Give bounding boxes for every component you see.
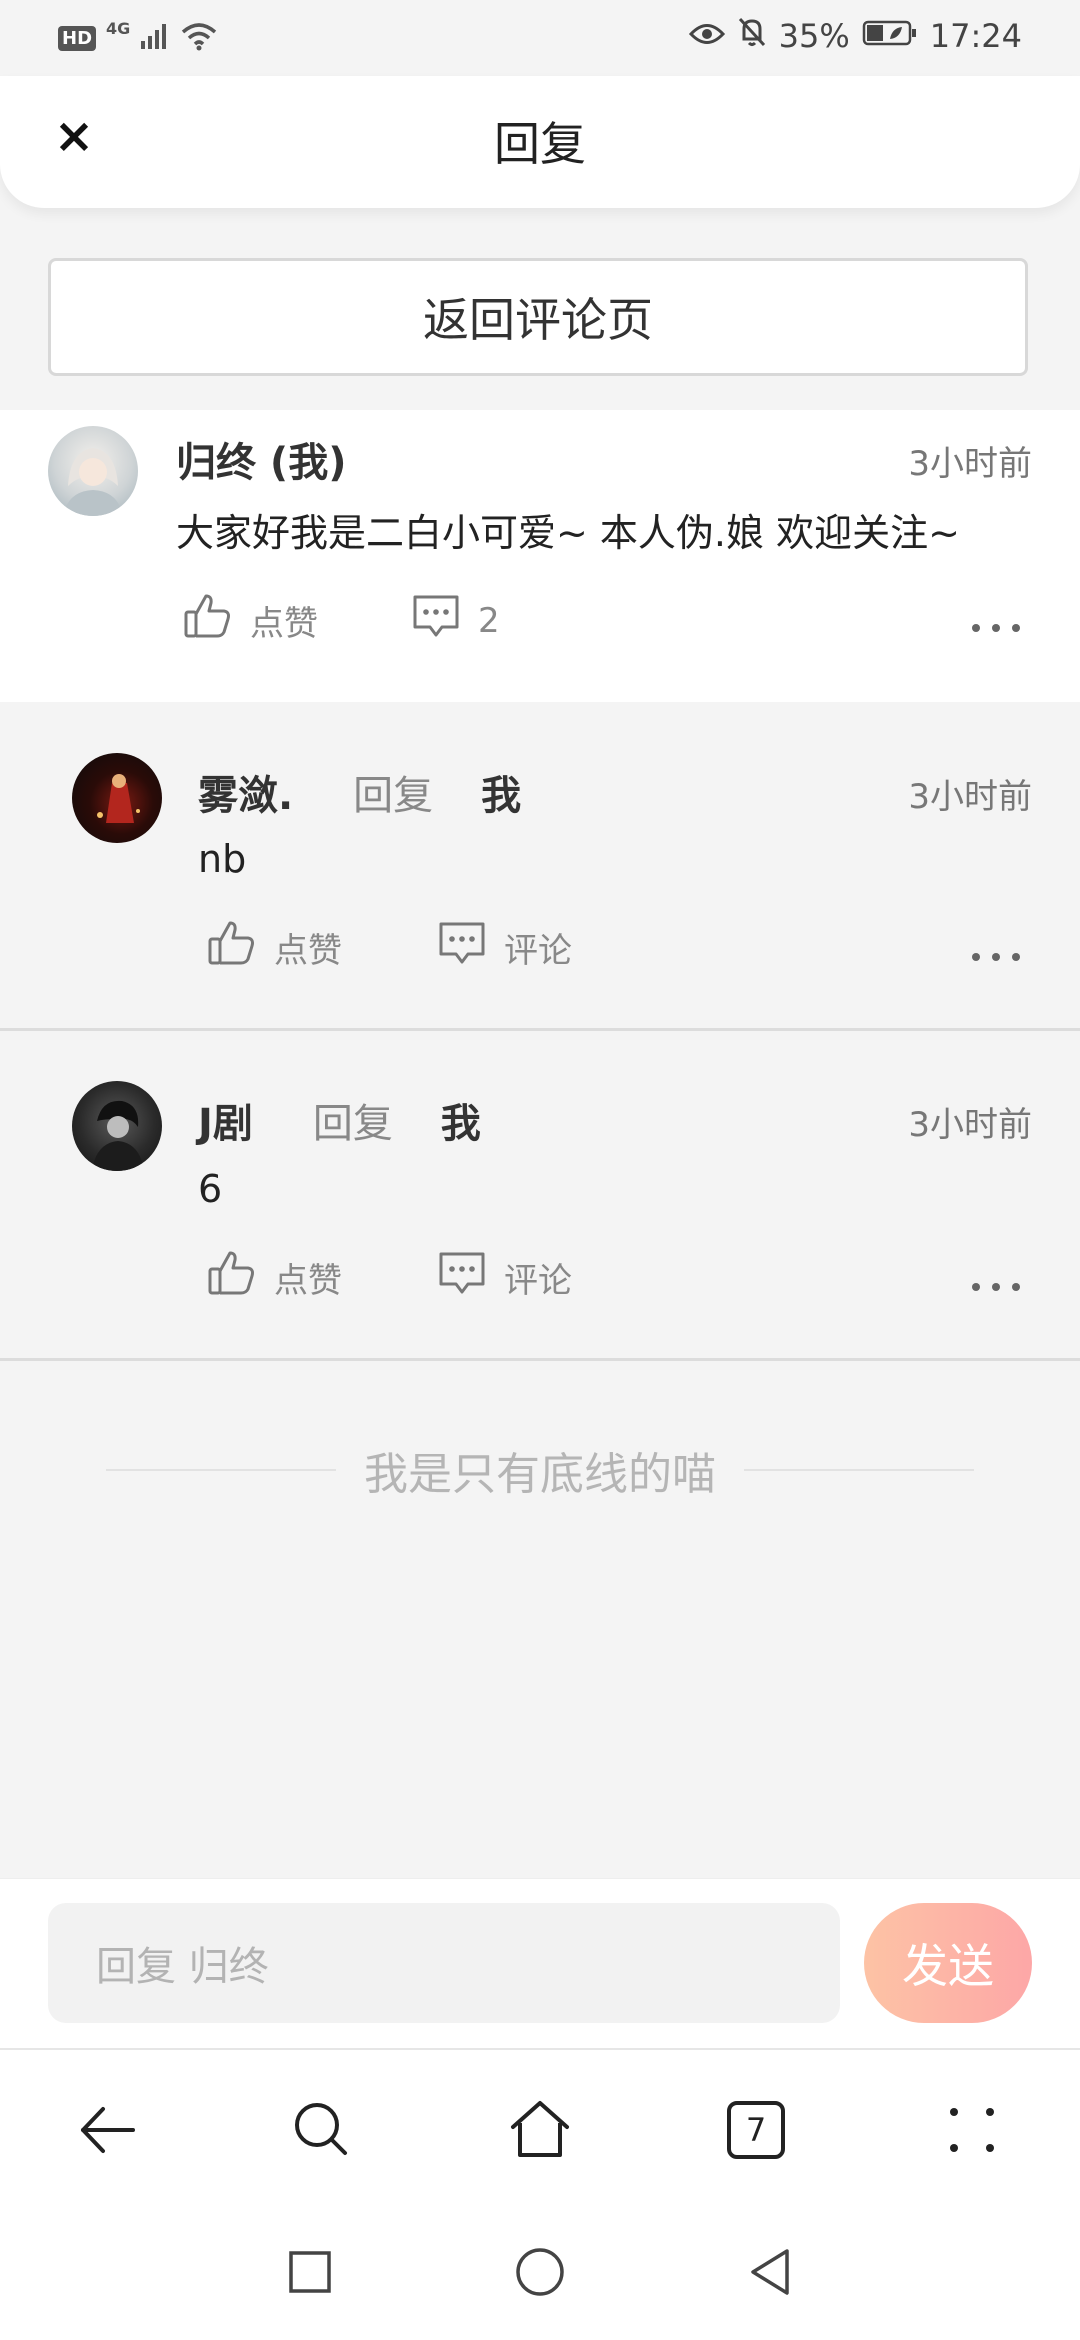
thumbs-up-icon [206,1247,258,1308]
reply-item: 雾潋. 回复 我 3小时前 nb 点赞 评论 [0,703,1080,1031]
header: × 回复 [0,76,1080,208]
menu-button[interactable] [932,2090,1012,2170]
hd-icon: HD [58,25,97,51]
reply-username[interactable]: 雾潋. 回复 我 [198,763,521,821]
browser-toolbar: 7 [0,2048,1080,2200]
comment-label: 评论 [504,1261,572,1301]
signal-icon [140,21,170,55]
thumbs-up-icon [182,590,234,651]
more-options-button[interactable] [972,1277,1020,1297]
back-arrow-icon [81,2107,135,2153]
divider [106,1469,336,1471]
reply-word: 回复 [312,1101,393,1147]
search-button[interactable] [282,2090,362,2170]
avatar[interactable] [48,426,138,516]
triangle-back-icon [751,2249,789,2295]
like-label: 点赞 [274,931,342,971]
more-dot [992,953,1000,961]
status-left: HD 4G [58,16,218,60]
wifi-icon [180,21,218,55]
reply-text: 6 [198,1167,223,1211]
reply-author[interactable]: J剧 [198,1101,253,1147]
back-to-comments-button[interactable]: 返回评论页 [48,258,1028,376]
comment-bubble-icon [410,590,462,651]
thumbs-up-icon [206,917,258,978]
recents-button[interactable] [280,2242,340,2302]
avatar[interactable] [72,753,162,843]
send-button[interactable]: 发送 [864,1903,1032,2023]
divider [744,1469,974,1471]
comment-count: 2 [478,600,500,641]
tabs-button[interactable]: 7 [716,2090,796,2170]
like-button[interactable]: 点赞 [206,917,342,978]
reply-target[interactable]: 我 [481,773,521,819]
reply-target[interactable]: 我 [441,1101,481,1147]
more-options-button[interactable] [972,947,1020,967]
more-dot [1012,953,1020,961]
more-dot [992,1283,1000,1291]
tabs-icon: 7 [727,2101,785,2159]
reply-item: J剧 回复 我 3小时前 6 点赞 评论 [0,1033,1080,1361]
search-icon [295,2103,347,2155]
comment-label: 评论 [504,931,572,971]
main-comment: 归终 (我) 3小时前 大家好我是二白小可爱~ 本人伪.娘 欢迎关注~ 点赞 2 [0,410,1080,702]
page-title: 回复 [494,117,586,171]
more-dot [1012,1283,1020,1291]
mute-bell-icon [737,16,767,56]
eye-icon [688,17,725,55]
circle-icon [516,2248,564,2296]
system-back-button[interactable] [740,2242,800,2302]
system-navigation-bar [0,2198,1080,2340]
more-dot [972,1283,980,1291]
network-type-label: 4G [106,18,131,38]
more-dot [1012,624,1020,632]
comment-button[interactable]: 评论 [436,1247,572,1308]
comment-button[interactable]: 评论 [436,917,572,978]
reply-text: nb [198,837,247,881]
reply-author[interactable]: 雾潋. [198,773,293,819]
comment-count-button[interactable]: 2 [410,590,500,651]
reply-time: 3小时前 [908,1105,1032,1145]
reply-username[interactable]: J剧 回复 我 [198,1091,481,1149]
comment-bubble-icon [436,1247,488,1308]
back-button[interactable] [66,2090,146,2170]
comment-text: 大家好我是二白小可爱~ 本人伪.娘 欢迎关注~ [176,511,960,555]
home-icon [511,2101,569,2157]
end-of-list-indicator: 我是只有底线的喵 [106,1440,974,1500]
square-icon [289,2251,331,2293]
battery-percent: 35% [778,17,850,55]
like-label: 点赞 [274,1261,342,1301]
like-button[interactable]: 点赞 [182,590,318,651]
battery-icon [862,17,918,55]
home-button[interactable] [500,2090,580,2170]
avatar[interactable] [72,1081,162,1171]
status-right: 35% 17:24 [688,14,1022,58]
comment-username[interactable]: 归终 (我) [176,430,347,488]
like-label: 点赞 [250,604,318,644]
status-bar: HD 4G 35% 17:24 [0,0,1080,76]
comment-time: 3小时前 [908,444,1032,484]
more-options-button[interactable] [972,618,1020,638]
more-dot [972,624,980,632]
comment-bubble-icon [436,917,488,978]
reply-time: 3小时前 [908,777,1032,817]
reply-word: 回复 [353,773,434,819]
system-home-button[interactable] [510,2242,570,2302]
clock: 17:24 [929,17,1022,55]
reply-input-bar: 回复 归终 发送 [0,1878,1080,2049]
like-button[interactable]: 点赞 [206,1247,342,1308]
end-of-list-text: 我是只有底线的喵 [364,1449,716,1500]
menu-dots-icon [950,2108,994,2152]
more-dot [972,953,980,961]
reply-input[interactable]: 回复 归终 [48,1903,840,2023]
more-dot [992,624,1000,632]
